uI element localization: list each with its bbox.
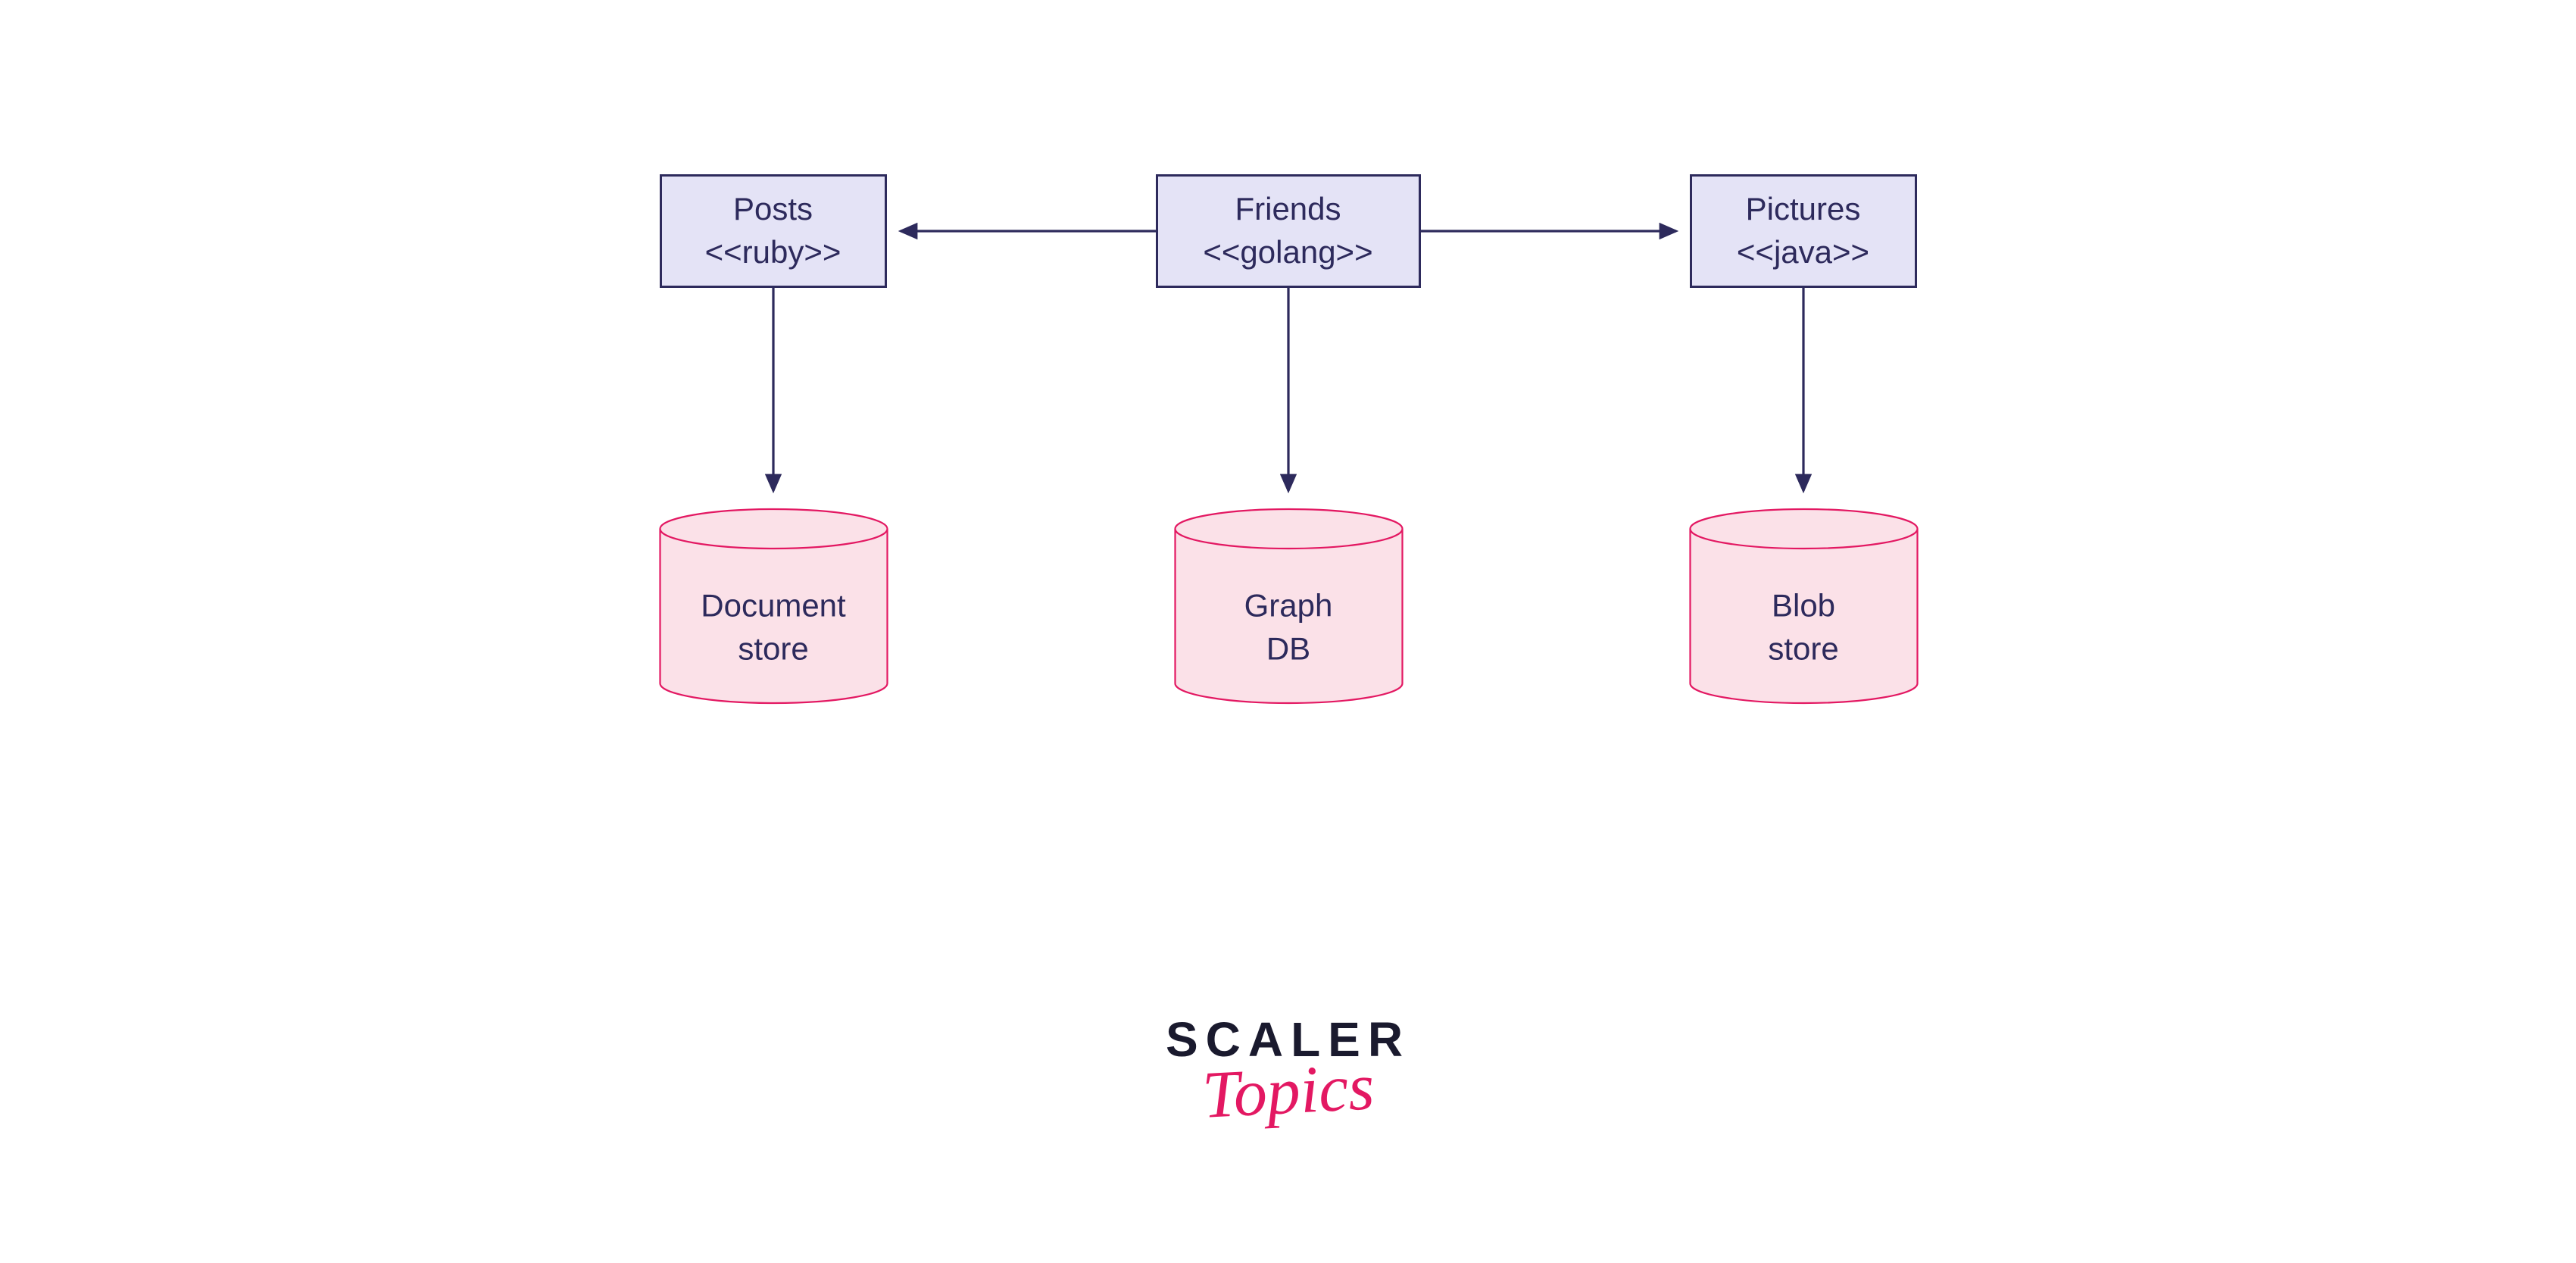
service-posts-tech: <<ruby>>	[705, 231, 841, 274]
service-posts: Posts <<ruby>>	[660, 174, 887, 288]
store-blob-line1: Blob	[1688, 585, 1919, 628]
store-graph: Graph DB	[1173, 508, 1404, 705]
service-pictures-title: Pictures	[1746, 188, 1861, 231]
service-friends-tech: <<golang>>	[1203, 231, 1372, 274]
store-document: Document store	[658, 508, 889, 705]
service-posts-title: Posts	[733, 188, 813, 231]
store-document-line2: store	[658, 627, 889, 671]
service-pictures-tech: <<java>>	[1737, 231, 1869, 274]
logo: SCALER Topics	[1166, 1011, 1410, 1119]
service-friends: Friends <<golang>>	[1156, 174, 1421, 288]
store-document-line1: Document	[658, 585, 889, 628]
store-graph-line1: Graph	[1173, 585, 1404, 628]
store-blob-line2: store	[1688, 627, 1919, 671]
service-friends-title: Friends	[1235, 188, 1341, 231]
service-pictures: Pictures <<java>>	[1690, 174, 1917, 288]
store-blob: Blob store	[1688, 508, 1919, 705]
store-graph-line2: DB	[1173, 627, 1404, 671]
architecture-diagram: Posts <<ruby>> Friends <<golang>> Pictur…	[660, 174, 1917, 856]
logo-topics-text: Topics	[1164, 1058, 1411, 1125]
